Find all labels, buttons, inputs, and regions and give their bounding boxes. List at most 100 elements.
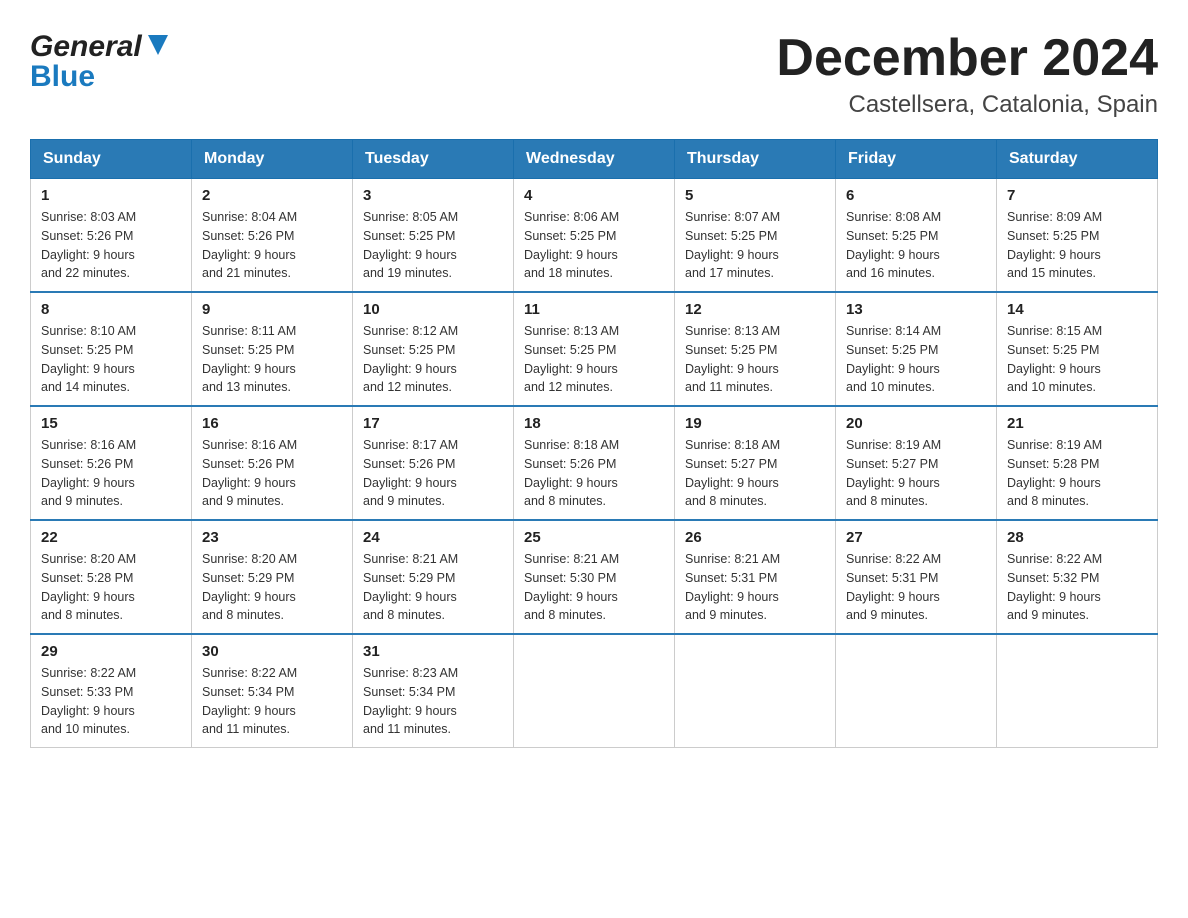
calendar-cell: [836, 634, 997, 748]
col-header-tuesday: Tuesday: [353, 140, 514, 179]
day-number: 6: [846, 187, 986, 204]
day-info: Sunrise: 8:22 AMSunset: 5:31 PMDaylight:…: [846, 550, 986, 625]
logo-blue-text: Blue: [30, 60, 95, 94]
calendar-cell: 23Sunrise: 8:20 AMSunset: 5:29 PMDayligh…: [192, 520, 353, 634]
calendar-cell: 19Sunrise: 8:18 AMSunset: 5:27 PMDayligh…: [675, 406, 836, 520]
day-number: 27: [846, 529, 986, 546]
day-info: Sunrise: 8:05 AMSunset: 5:25 PMDaylight:…: [363, 208, 503, 283]
calendar-cell: 22 Sunrise: 8:20 AMSunset: 5:28 PMDayligh…: [31, 520, 192, 634]
col-header-wednesday: Wednesday: [514, 140, 675, 179]
calendar-header-row: SundayMondayTuesdayWednesdayThursdayFrid…: [31, 140, 1158, 179]
day-number: 30: [202, 643, 342, 660]
day-number: 29: [41, 643, 181, 660]
calendar-cell: 14 Sunrise: 8:15 AMSunset: 5:25 PMDayligh…: [997, 292, 1158, 406]
day-info: Sunrise: 8:15 AMSunset: 5:25 PMDaylight:…: [1007, 322, 1147, 397]
day-info: Sunrise: 8:13 AMSunset: 5:25 PMDaylight:…: [524, 322, 664, 397]
calendar-cell: 18 Sunrise: 8:18 AMSunset: 5:26 PMDayligh…: [514, 406, 675, 520]
day-number: 11: [524, 301, 664, 318]
day-number: 26: [685, 529, 825, 546]
page-header: General Blue December 2024 Castellsera, …: [30, 30, 1158, 119]
day-info: Sunrise: 8:16 AMSunset: 5:26 PMDaylight:…: [202, 436, 342, 511]
calendar-cell: 3 Sunrise: 8:05 AMSunset: 5:25 PMDaylight…: [353, 179, 514, 293]
day-info: Sunrise: 8:23 AMSunset: 5:34 PMDaylight:…: [363, 664, 503, 739]
day-number: 5: [685, 187, 825, 204]
calendar-cell: 12 Sunrise: 8:13 AMSunset: 5:25 PMDayligh…: [675, 292, 836, 406]
calendar-cell: 10 Sunrise: 8:12 AMSunset: 5:25 PMDayligh…: [353, 292, 514, 406]
day-number: 28: [1007, 529, 1147, 546]
day-info: Sunrise: 8:08 AMSunset: 5:25 PMDaylight:…: [846, 208, 986, 283]
calendar-week-row: 15 Sunrise: 8:16 AMSunset: 5:26 PMDayligh…: [31, 406, 1158, 520]
calendar-cell: 9Sunrise: 8:11 AMSunset: 5:25 PMDaylight…: [192, 292, 353, 406]
day-number: 4: [524, 187, 664, 204]
calendar-cell: 28Sunrise: 8:22 AMSunset: 5:32 PMDayligh…: [997, 520, 1158, 634]
calendar-cell: 20Sunrise: 8:19 AMSunset: 5:27 PMDayligh…: [836, 406, 997, 520]
col-header-saturday: Saturday: [997, 140, 1158, 179]
day-info: Sunrise: 8:17 AMSunset: 5:26 PMDaylight:…: [363, 436, 503, 511]
day-info: Sunrise: 8:09 AMSunset: 5:25 PMDaylight:…: [1007, 208, 1147, 283]
logo: General Blue: [30, 30, 172, 94]
day-number: 13: [846, 301, 986, 318]
day-info: Sunrise: 8:21 AMSunset: 5:30 PMDaylight:…: [524, 550, 664, 625]
day-number: 15: [41, 415, 181, 432]
calendar-title: December 2024: [776, 30, 1158, 87]
calendar-cell: 16 Sunrise: 8:16 AMSunset: 5:26 PMDayligh…: [192, 406, 353, 520]
col-header-sunday: Sunday: [31, 140, 192, 179]
calendar-cell: 25Sunrise: 8:21 AMSunset: 5:30 PMDayligh…: [514, 520, 675, 634]
day-number: 22: [41, 529, 181, 546]
day-info: Sunrise: 8:06 AMSunset: 5:25 PMDaylight:…: [524, 208, 664, 283]
day-info: Sunrise: 8:07 AMSunset: 5:25 PMDaylight:…: [685, 208, 825, 283]
calendar-cell: 29 Sunrise: 8:22 AMSunset: 5:33 PMDayligh…: [31, 634, 192, 748]
day-number: 12: [685, 301, 825, 318]
day-info: Sunrise: 8:12 AMSunset: 5:25 PMDaylight:…: [363, 322, 503, 397]
calendar-cell: 2 Sunrise: 8:04 AMSunset: 5:26 PMDaylight…: [192, 179, 353, 293]
day-number: 21: [1007, 415, 1147, 432]
day-info: Sunrise: 8:03 AMSunset: 5:26 PMDaylight:…: [41, 208, 181, 283]
day-info: Sunrise: 8:13 AMSunset: 5:25 PMDaylight:…: [685, 322, 825, 397]
calendar-cell: 6 Sunrise: 8:08 AMSunset: 5:25 PMDaylight…: [836, 179, 997, 293]
day-info: Sunrise: 8:19 AMSunset: 5:28 PMDaylight:…: [1007, 436, 1147, 511]
day-number: 2: [202, 187, 342, 204]
calendar-subtitle: Castellsera, Catalonia, Spain: [776, 91, 1158, 119]
calendar-cell: 27 Sunrise: 8:22 AMSunset: 5:31 PMDayligh…: [836, 520, 997, 634]
calendar-cell: [997, 634, 1158, 748]
logo-general-text: General: [30, 30, 142, 64]
calendar-cell: 1Sunrise: 8:03 AMSunset: 5:26 PMDaylight…: [31, 179, 192, 293]
day-number: 16: [202, 415, 342, 432]
day-number: 3: [363, 187, 503, 204]
day-number: 24: [363, 529, 503, 546]
day-info: Sunrise: 8:04 AMSunset: 5:26 PMDaylight:…: [202, 208, 342, 283]
day-number: 10: [363, 301, 503, 318]
day-info: Sunrise: 8:18 AMSunset: 5:27 PMDaylight:…: [685, 436, 825, 511]
day-number: 20: [846, 415, 986, 432]
logo-arrow-icon: [144, 31, 172, 59]
day-info: Sunrise: 8:18 AMSunset: 5:26 PMDaylight:…: [524, 436, 664, 511]
day-number: 17: [363, 415, 503, 432]
calendar-cell: 26 Sunrise: 8:21 AMSunset: 5:31 PMDayligh…: [675, 520, 836, 634]
col-header-monday: Monday: [192, 140, 353, 179]
day-info: Sunrise: 8:22 AMSunset: 5:34 PMDaylight:…: [202, 664, 342, 739]
calendar-week-row: 8 Sunrise: 8:10 AMSunset: 5:25 PMDaylight…: [31, 292, 1158, 406]
day-info: Sunrise: 8:14 AMSunset: 5:25 PMDaylight:…: [846, 322, 986, 397]
day-number: 31: [363, 643, 503, 660]
day-info: Sunrise: 8:20 AMSunset: 5:29 PMDaylight:…: [202, 550, 342, 625]
day-info: Sunrise: 8:20 AMSunset: 5:28 PMDaylight:…: [41, 550, 181, 625]
day-number: 7: [1007, 187, 1147, 204]
calendar-cell: 24 Sunrise: 8:21 AMSunset: 5:29 PMDayligh…: [353, 520, 514, 634]
calendar-week-row: 1Sunrise: 8:03 AMSunset: 5:26 PMDaylight…: [31, 179, 1158, 293]
day-number: 14: [1007, 301, 1147, 318]
day-info: Sunrise: 8:22 AMSunset: 5:33 PMDaylight:…: [41, 664, 181, 739]
calendar-week-row: 29 Sunrise: 8:22 AMSunset: 5:33 PMDayligh…: [31, 634, 1158, 748]
calendar-cell: 5 Sunrise: 8:07 AMSunset: 5:25 PMDaylight…: [675, 179, 836, 293]
col-header-thursday: Thursday: [675, 140, 836, 179]
day-info: Sunrise: 8:10 AMSunset: 5:25 PMDaylight:…: [41, 322, 181, 397]
day-info: Sunrise: 8:21 AMSunset: 5:31 PMDaylight:…: [685, 550, 825, 625]
calendar-cell: 30 Sunrise: 8:22 AMSunset: 5:34 PMDayligh…: [192, 634, 353, 748]
calendar-table: SundayMondayTuesdayWednesdayThursdayFrid…: [30, 139, 1158, 748]
calendar-cell: 7 Sunrise: 8:09 AMSunset: 5:25 PMDaylight…: [997, 179, 1158, 293]
day-number: 8: [41, 301, 181, 318]
calendar-cell: 4 Sunrise: 8:06 AMSunset: 5:25 PMDaylight…: [514, 179, 675, 293]
day-number: 18: [524, 415, 664, 432]
calendar-cell: [514, 634, 675, 748]
day-info: Sunrise: 8:21 AMSunset: 5:29 PMDaylight:…: [363, 550, 503, 625]
calendar-cell: 13 Sunrise: 8:14 AMSunset: 5:25 PMDayligh…: [836, 292, 997, 406]
